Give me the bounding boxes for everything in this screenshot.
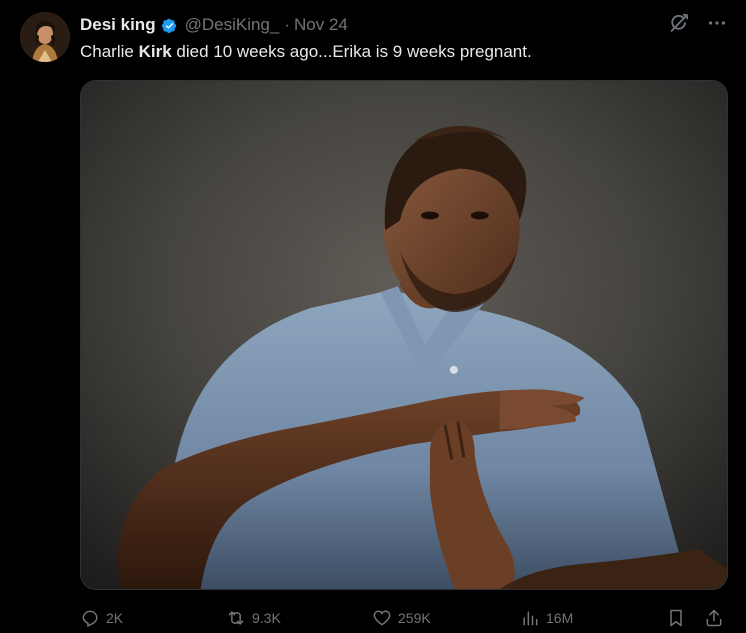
tweet-text-part2: died 10 weeks ago...Erika is 9 weeks pre… [171,42,532,61]
display-name[interactable]: Desi king [80,15,156,35]
like-count: 259K [398,610,431,626]
tweet-actions: 2K 9.3K 259K 16M [80,606,728,630]
user-handle[interactable]: @DesiKing_ [185,15,280,35]
grok-icon[interactable] [668,12,690,34]
tweet[interactable]: Desi king @DesiKing_ · Nov 24 Charlie Ki… [0,0,746,633]
tweet-media-photo[interactable] [80,80,728,590]
reply-icon [82,610,98,628]
bookmark-icon [670,609,682,627]
tweet-text: Charlie Kirk died 10 weeks ago...Erika i… [80,40,532,64]
share-button[interactable] [704,606,724,630]
heart-icon [373,610,391,626]
tweet-text-part1: Charlie [80,42,139,61]
views-count: 16M [546,610,574,626]
separator-dot: · [284,15,291,34]
share-icon [706,609,722,627]
reply-button[interactable]: 2K [80,606,123,630]
reply-count: 2K [106,610,124,626]
tweet-date[interactable]: Nov 24 [294,15,348,35]
more-icon[interactable] [706,12,728,34]
repost-count: 9.3K [252,610,281,626]
repost-button[interactable]: 9.3K [226,606,281,630]
like-button[interactable]: 259K [372,606,431,630]
bookmark-button[interactable] [666,606,686,630]
avatar-image [20,12,70,62]
avatar[interactable] [20,12,70,62]
verified-badge-icon[interactable] [160,16,179,35]
tweet-text-bold: Kirk [138,42,172,61]
views-chart-icon [523,611,538,626]
tweet-header: Desi king @DesiKing_ · Nov 24 [80,13,348,37]
repost-icon [228,611,244,625]
tweet-top-actions [668,12,728,34]
photo-man-time-out-gesture [81,81,727,589]
views-button[interactable]: 16M [520,606,573,630]
